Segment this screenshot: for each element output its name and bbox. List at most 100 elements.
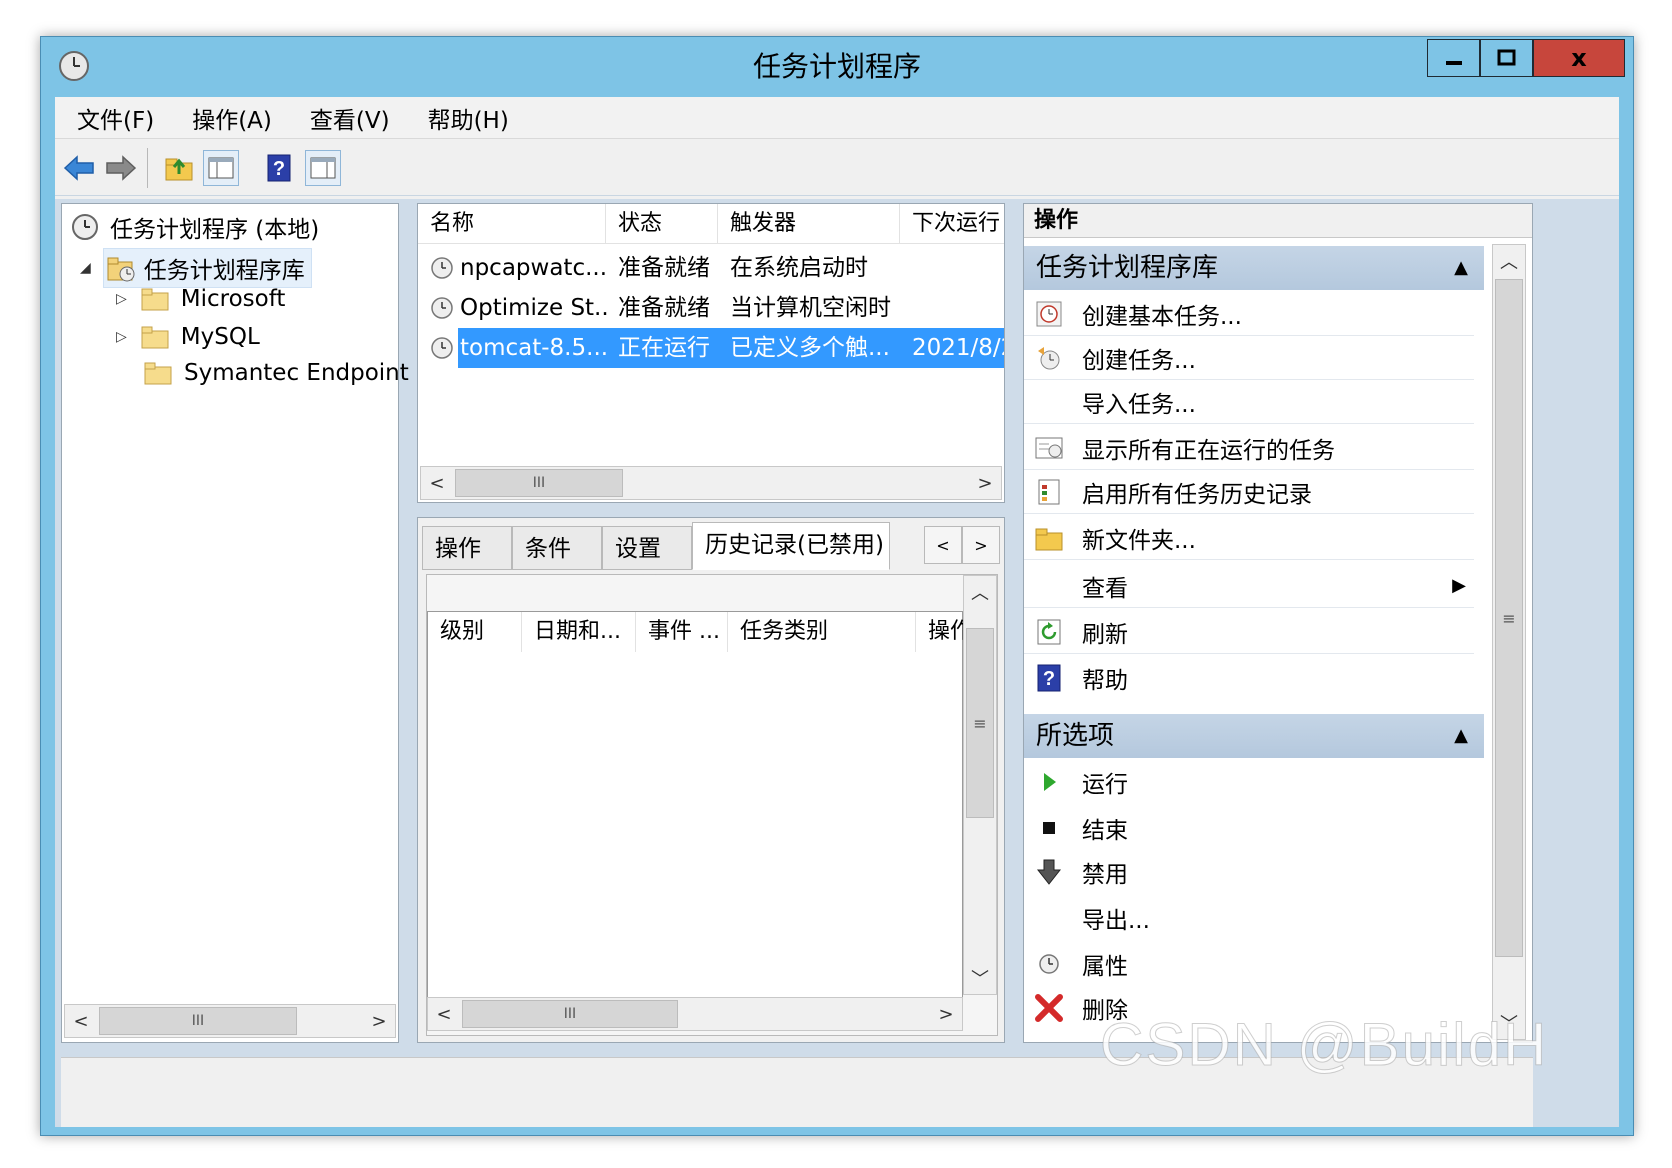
disable-icon bbox=[1032, 855, 1066, 889]
run-icon bbox=[1032, 765, 1066, 799]
column-header-operation[interactable]: 操作 bbox=[916, 612, 964, 652]
minimize-button[interactable] bbox=[1427, 39, 1480, 77]
scroll-right-icon[interactable]: > bbox=[930, 998, 962, 1030]
section-header-library[interactable]: 任务计划程序库 ▲ bbox=[1024, 246, 1484, 290]
scroll-up-icon[interactable]: ︿ bbox=[1493, 245, 1525, 277]
table-row-selected[interactable]: tomcat-8.5... 正在运行 已定义多个触... 2021/8/2 bbox=[418, 328, 1004, 368]
create-basic-task-icon bbox=[1032, 297, 1066, 331]
actions-list: 任务计划程序库 ▲ 创建基本任务... 创建任务... 导入任务... 显示所有… bbox=[1024, 244, 1490, 1042]
collapse-icon[interactable]: ▲ bbox=[1454, 714, 1468, 758]
show-hide-action-pane-icon[interactable] bbox=[305, 150, 341, 186]
column-header-name[interactable]: 名称 bbox=[418, 204, 606, 244]
task-library-folder-icon bbox=[106, 254, 136, 282]
action-export[interactable]: 导出... bbox=[1024, 896, 1474, 940]
up-folder-icon[interactable] bbox=[161, 150, 197, 186]
task-trigger: 当计算机空闲时 bbox=[730, 295, 891, 321]
action-enable-history[interactable]: 启用所有任务历史记录 bbox=[1024, 470, 1474, 514]
tab-scroll-left-icon[interactable]: < bbox=[924, 526, 962, 564]
scroll-down-icon[interactable]: ﹀ bbox=[964, 962, 996, 994]
tab-actions[interactable]: 操作 bbox=[422, 526, 512, 570]
action-create-basic-task[interactable]: 创建基本任务... bbox=[1024, 292, 1474, 336]
collapse-icon[interactable]: ▲ bbox=[1454, 246, 1468, 290]
tab-settings[interactable]: 设置 bbox=[602, 526, 692, 570]
stop-icon bbox=[1032, 811, 1066, 845]
scroll-right-icon[interactable]: > bbox=[969, 467, 1001, 499]
tab-history[interactable]: 历史记录(已禁用) bbox=[692, 522, 890, 570]
expand-arrow-icon[interactable]: ▷ bbox=[116, 329, 127, 345]
expand-arrow-icon[interactable]: ◢ bbox=[80, 260, 91, 276]
action-label: 结束 bbox=[1082, 818, 1128, 844]
scroll-up-icon[interactable]: ︿ bbox=[964, 576, 996, 608]
maximize-button[interactable] bbox=[1480, 39, 1533, 77]
tree-item-symantec[interactable]: Symantec Endpoint bbox=[144, 360, 409, 386]
scroll-thumb[interactable]: ≡ bbox=[966, 628, 994, 818]
actions-vertical-scrollbar[interactable]: ︿ ≡ ﹀ bbox=[1492, 244, 1526, 1040]
tree-horizontal-scrollbar[interactable]: < III > bbox=[64, 1004, 396, 1038]
task-trigger: 在系统启动时 bbox=[730, 255, 868, 281]
clock-icon bbox=[70, 212, 100, 242]
folder-icon bbox=[144, 361, 172, 385]
history-tab-content: 级别 日期和... 事件 ... 任务类别 操作 ︿ ≡ ﹀ < bbox=[426, 574, 998, 1036]
menu-file[interactable]: 文件(F) bbox=[75, 101, 156, 135]
column-header-status[interactable]: 状态 bbox=[606, 204, 718, 244]
action-refresh[interactable]: 刷新 bbox=[1024, 610, 1474, 654]
toolbar-separator bbox=[147, 148, 148, 188]
task-list-pane: 名称 状态 触发器 下次运行 npcapwatc... 准备就绪 在系统启动时 … bbox=[417, 203, 1005, 503]
table-row[interactable]: npcapwatc... 准备就绪 在系统启动时 bbox=[418, 248, 1004, 288]
history-horizontal-scrollbar[interactable]: < III > bbox=[427, 997, 963, 1031]
action-properties[interactable]: 属性 bbox=[1024, 942, 1474, 986]
menu-action[interactable]: 操作(A) bbox=[190, 101, 274, 135]
scroll-right-icon[interactable]: > bbox=[363, 1005, 395, 1037]
tree-item-microsoft[interactable]: ▷ Microsoft bbox=[116, 286, 285, 312]
scroll-thumb[interactable]: III bbox=[462, 1000, 678, 1028]
column-header-task-category[interactable]: 任务类别 bbox=[728, 612, 916, 652]
action-show-running-tasks[interactable]: 显示所有正在运行的任务 bbox=[1024, 426, 1474, 470]
scroll-thumb[interactable]: ≡ bbox=[1495, 279, 1523, 957]
column-header-trigger[interactable]: 触发器 bbox=[718, 204, 900, 244]
history-icon bbox=[1032, 475, 1066, 509]
tree-item-mysql[interactable]: ▷ MySQL bbox=[116, 324, 260, 350]
expand-arrow-icon[interactable]: ▷ bbox=[116, 291, 127, 307]
task-name: tomcat-8.5... bbox=[460, 335, 608, 361]
task-list-header: 名称 状态 触发器 下次运行 bbox=[418, 204, 1004, 244]
column-header-next-run[interactable]: 下次运行 bbox=[900, 204, 1004, 244]
show-hide-console-tree-icon[interactable] bbox=[203, 150, 239, 186]
task-status: 准备就绪 bbox=[618, 295, 710, 321]
history-vertical-scrollbar[interactable]: ︿ ≡ ﹀ bbox=[963, 575, 997, 995]
back-arrow-icon[interactable] bbox=[61, 150, 97, 186]
action-label: 禁用 bbox=[1082, 862, 1128, 888]
menu-view[interactable]: 查看(V) bbox=[308, 101, 392, 135]
column-header-date[interactable]: 日期和... bbox=[522, 612, 636, 652]
action-label: 显示所有正在运行的任务 bbox=[1082, 437, 1335, 464]
svg-text:?: ? bbox=[273, 158, 285, 180]
action-help[interactable]: ? 帮助 bbox=[1024, 656, 1474, 700]
scroll-left-icon[interactable]: < bbox=[428, 998, 460, 1030]
action-new-folder[interactable]: 新文件夹... bbox=[1024, 516, 1474, 560]
section-header-selected[interactable]: 所选项 ▲ bbox=[1024, 714, 1484, 758]
tree-root[interactable]: 任务计划程序 (本地) bbox=[70, 210, 319, 244]
tab-conditions[interactable]: 条件 bbox=[512, 526, 602, 570]
action-disable[interactable]: 禁用 bbox=[1024, 850, 1474, 894]
help-icon[interactable]: ? bbox=[261, 150, 297, 186]
action-create-task[interactable]: 创建任务... bbox=[1024, 336, 1474, 380]
action-import-task[interactable]: 导入任务... bbox=[1024, 380, 1474, 424]
column-header-level[interactable]: 级别 bbox=[428, 612, 522, 652]
scroll-thumb[interactable]: III bbox=[455, 469, 623, 497]
action-end[interactable]: 结束 bbox=[1024, 806, 1474, 850]
table-row[interactable]: Optimize St... 准备就绪 当计算机空闲时 bbox=[418, 288, 1004, 328]
create-task-icon bbox=[1032, 341, 1066, 375]
action-view[interactable]: 查看 ▶ bbox=[1024, 564, 1474, 608]
task-list-horizontal-scrollbar[interactable]: < III > bbox=[420, 466, 1002, 500]
menu-help[interactable]: 帮助(H) bbox=[426, 101, 511, 135]
close-button[interactable]: x bbox=[1533, 39, 1625, 77]
scroll-thumb[interactable]: III bbox=[99, 1007, 297, 1035]
tab-scroll-right-icon[interactable]: > bbox=[962, 526, 1000, 564]
column-header-event[interactable]: 事件 ... bbox=[636, 612, 728, 652]
action-run[interactable]: 运行 bbox=[1024, 760, 1474, 804]
forward-arrow-icon[interactable] bbox=[103, 150, 139, 186]
folder-icon bbox=[141, 325, 169, 349]
scroll-left-icon[interactable]: < bbox=[65, 1005, 97, 1037]
scroll-left-icon[interactable]: < bbox=[421, 467, 453, 499]
title-bar[interactable]: 任务计划程序 x bbox=[41, 37, 1633, 97]
tree-item-library[interactable]: ◢ 任务计划程序库 bbox=[80, 248, 312, 288]
